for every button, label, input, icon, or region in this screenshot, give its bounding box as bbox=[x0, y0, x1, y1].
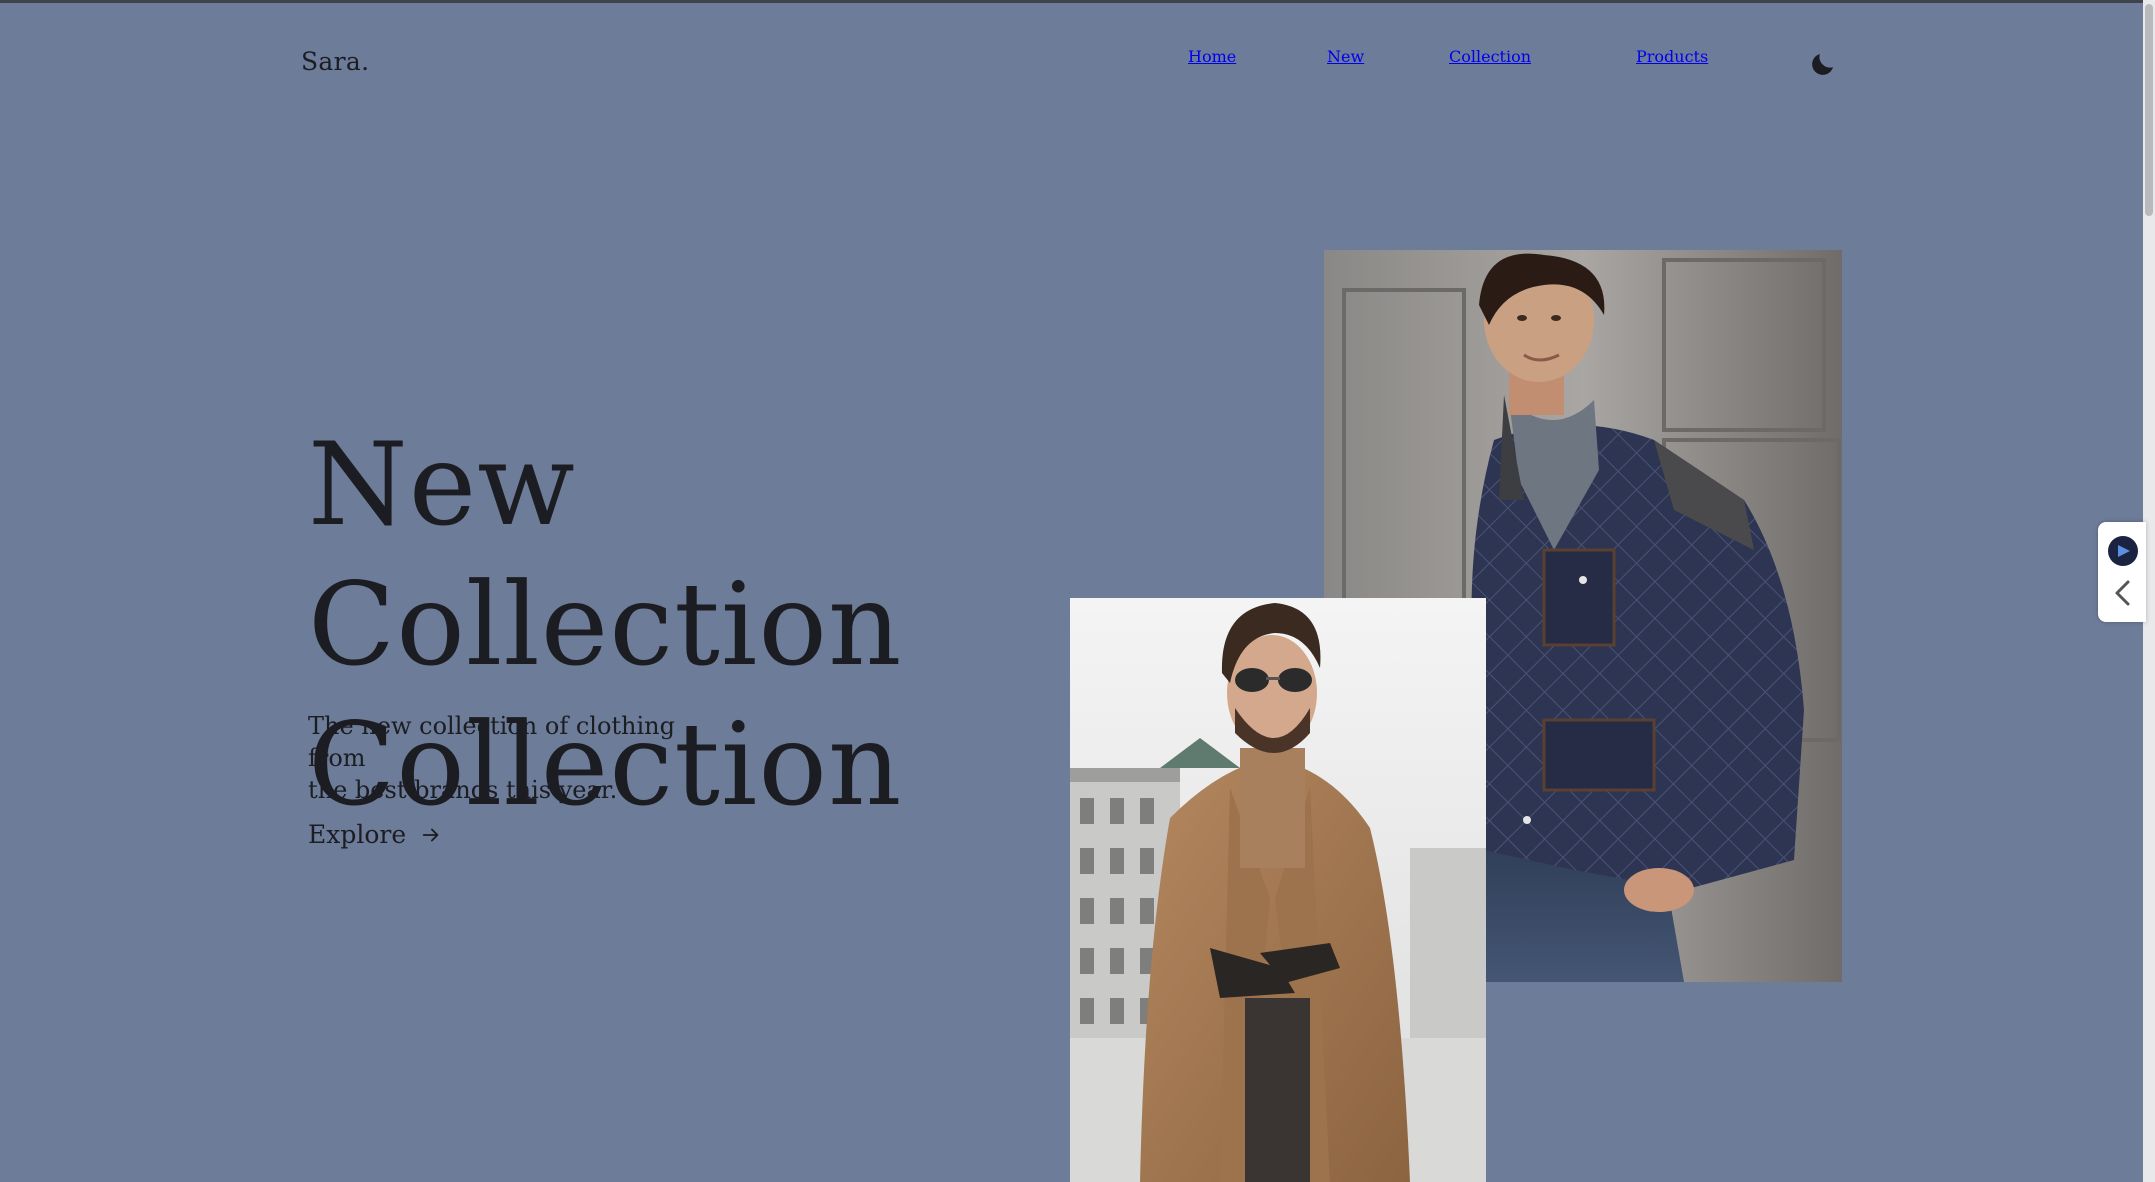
explore-label: Explore bbox=[308, 820, 407, 849]
hero-description: The new collection of clothing from the … bbox=[308, 710, 738, 806]
chevron-left-icon[interactable] bbox=[2111, 579, 2135, 607]
nav-item-new[interactable]: New bbox=[1327, 47, 1364, 66]
moon-icon bbox=[1812, 54, 1833, 75]
theme-toggle-button[interactable] bbox=[1808, 49, 1838, 79]
side-widget-panel[interactable] bbox=[2098, 522, 2146, 622]
hero-description-line-2: the best brands this year. bbox=[308, 776, 618, 804]
explore-button[interactable]: Explore bbox=[308, 820, 442, 849]
arrow-right-icon bbox=[422, 828, 439, 841]
brand-logo[interactable]: Sara. bbox=[301, 47, 369, 76]
scrollbar-thumb[interactable] bbox=[2145, 4, 2153, 216]
landing-page: Sara. Home New Collection Products New C… bbox=[0, 0, 2143, 1182]
hero-description-line-1: The new collection of clothing from bbox=[308, 712, 675, 772]
assistant-icon[interactable] bbox=[2107, 535, 2139, 567]
nav-item-home[interactable]: Home bbox=[1188, 47, 1236, 66]
hero-image-camel-coat bbox=[1070, 598, 1486, 1182]
hero-title-line-1: New Collection bbox=[308, 418, 903, 691]
camel-coat-photo bbox=[1070, 598, 1486, 1182]
nav-item-collection[interactable]: Collection bbox=[1449, 47, 1531, 66]
nav-item-products[interactable]: Products bbox=[1636, 47, 1708, 66]
